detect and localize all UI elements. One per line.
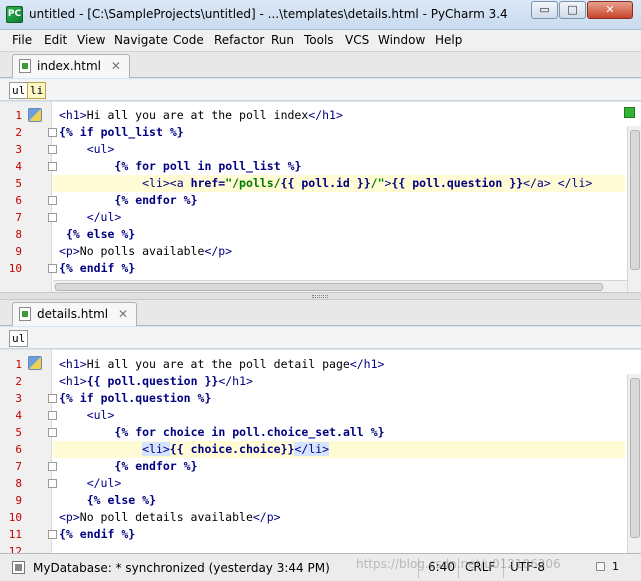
scrollbar-thumb[interactable]	[55, 283, 603, 291]
code-line[interactable]: 12	[0, 543, 641, 553]
code-line[interactable]: 5 {% for choice in poll.choice_set.all %…	[0, 424, 641, 441]
menu-tools[interactable]: Tools	[304, 33, 334, 47]
pycharm-logo-icon: PC	[6, 6, 23, 23]
code-text: {% endif %}	[59, 527, 136, 541]
code-line[interactable]: 1 <h1>Hi all you are at the poll detail …	[0, 356, 641, 373]
menu-refactor[interactable]: Refactor	[214, 33, 264, 47]
code-text: </ul>	[86, 476, 122, 490]
watermark: https://blog.csdn.net/u012106306	[356, 557, 561, 571]
code-line[interactable]: 4 <ul>	[0, 407, 641, 424]
bottom-tab-strip: details.html ✕	[0, 300, 641, 326]
code-text: {% else %}	[86, 493, 156, 507]
bottom-breadcrumb: ul	[0, 327, 641, 349]
close-tab-icon[interactable]: ✕	[111, 55, 121, 77]
splitter-grip-icon[interactable]	[312, 295, 328, 298]
code-line[interactable]: 9 {% else %}	[0, 492, 641, 509]
scrollbar-thumb[interactable]	[630, 130, 640, 270]
close-button[interactable]: ✕	[587, 1, 633, 19]
index-html-editor[interactable]: 1 <h1>Hi all you are at the poll index</…	[0, 102, 641, 292]
menu-code[interactable]: Code	[173, 33, 204, 47]
code-text: </ul>	[86, 210, 122, 224]
code-line[interactable]: 1 <h1>Hi all you are at the poll index</…	[0, 107, 641, 124]
menu-bar: File Edit View Navigate Code Refactor Ru…	[0, 30, 641, 52]
horizontal-scrollbar[interactable]	[53, 280, 627, 292]
html-file-icon	[19, 59, 31, 73]
code-line[interactable]: 2 <h1>{{ poll.question }}</h1>	[0, 373, 641, 390]
code-text: {% endif %}	[59, 261, 136, 275]
status-counter: 1	[612, 560, 619, 573]
html-file-icon	[19, 307, 31, 321]
close-tab-icon[interactable]: ✕	[118, 303, 128, 325]
maximize-button[interactable]: □	[559, 1, 586, 19]
code-text: <h1>Hi all you are at the poll detail pa…	[59, 357, 385, 371]
menu-vcs[interactable]: VCS	[345, 33, 369, 47]
vertical-scrollbar[interactable]	[627, 126, 641, 292]
code-line-current[interactable]: 6 <li>{{ choice.choice}}</li>	[0, 441, 641, 458]
code-line[interactable]: 3 <ul>	[0, 141, 641, 158]
code-line[interactable]: 10 <p>No poll details available</p>	[0, 509, 641, 526]
code-text: <h1>Hi all you are at the poll index</h1…	[59, 108, 343, 122]
code-text: <h1>{{ poll.question }}</h1>	[59, 374, 253, 388]
window-title: untitled - [C:\SampleProjects\untitled] …	[29, 7, 508, 21]
code-line[interactable]: 2 {% if poll_list %}	[0, 124, 641, 141]
code-line-current[interactable]: 5 <li><a href="/polls/{{ poll.id }}/">{{…	[0, 175, 641, 192]
menu-run[interactable]: Run	[271, 33, 294, 47]
tab-label: details.html	[37, 307, 109, 321]
code-line[interactable]: 6 {% endfor %}	[0, 192, 641, 209]
details-html-editor[interactable]: 1 <h1>Hi all you are at the poll detail …	[0, 350, 641, 553]
code-line[interactable]: 7 {% endfor %}	[0, 458, 641, 475]
tab-label: index.html	[37, 59, 101, 73]
menu-file[interactable]: File	[12, 33, 32, 47]
breadcrumb-li[interactable]: li	[27, 82, 47, 99]
code-line[interactable]: 10 {% endif %}	[0, 260, 641, 277]
menu-view[interactable]: View	[77, 33, 105, 47]
code-line[interactable]: 8 </ul>	[0, 475, 641, 492]
tab-details-html[interactable]: details.html ✕	[12, 302, 138, 326]
code-text: {% else %}	[65, 227, 136, 241]
code-text: <ul>	[86, 142, 115, 156]
code-line[interactable]: 9 <p>No polls available</p>	[0, 243, 641, 260]
status-message: MyDatabase: * synchronized (yesterday 3:…	[33, 561, 330, 575]
code-text: <li>{{ choice.choice}}</li>	[142, 442, 330, 456]
code-text: {% if poll_list %}	[59, 125, 184, 139]
top-breadcrumb: ul li	[0, 79, 641, 101]
menu-window[interactable]: Window	[378, 33, 425, 47]
lock-icon[interactable]	[596, 562, 605, 571]
code-text: <li><a href="/polls/{{ poll.id }}/">{{ p…	[142, 176, 593, 190]
minimize-button[interactable]: ▭	[531, 1, 558, 19]
code-text: <p>No poll details available</p>	[59, 510, 281, 524]
menu-help[interactable]: Help	[435, 33, 462, 47]
breadcrumb-ul[interactable]: ul	[9, 330, 29, 347]
code-text: <ul>	[86, 408, 115, 422]
code-line[interactable]: 11 {% endif %}	[0, 526, 641, 543]
code-text: {% endfor %}	[114, 193, 198, 207]
code-text: {% if poll.question %}	[59, 391, 212, 405]
vertical-scrollbar[interactable]	[627, 374, 641, 553]
code-line[interactable]: 4 {% for poll in poll_list %}	[0, 158, 641, 175]
menu-edit[interactable]: Edit	[44, 33, 67, 47]
code-text: {% endfor %}	[114, 459, 198, 473]
breadcrumb-ul[interactable]: ul	[9, 82, 29, 99]
title-bar: PC untitled - [C:\SampleProjects\untitle…	[0, 0, 641, 30]
menu-navigate[interactable]: Navigate	[114, 33, 168, 47]
code-text: <p>No polls available</p>	[59, 244, 233, 258]
code-line[interactable]: 3 {% if poll.question %}	[0, 390, 641, 407]
code-text: {% for choice in poll.choice_set.all %}	[114, 425, 385, 439]
tab-index-html[interactable]: index.html ✕	[12, 54, 130, 78]
top-tab-strip: index.html ✕	[0, 52, 641, 78]
tool-windows-icon[interactable]	[12, 561, 25, 574]
scrollbar-thumb[interactable]	[630, 378, 640, 538]
code-line[interactable]: 7 </ul>	[0, 209, 641, 226]
code-line[interactable]: 8 {% else %}	[0, 226, 641, 243]
editor-splitter[interactable]	[0, 292, 641, 300]
code-text: {% for poll in poll_list %}	[114, 159, 302, 173]
